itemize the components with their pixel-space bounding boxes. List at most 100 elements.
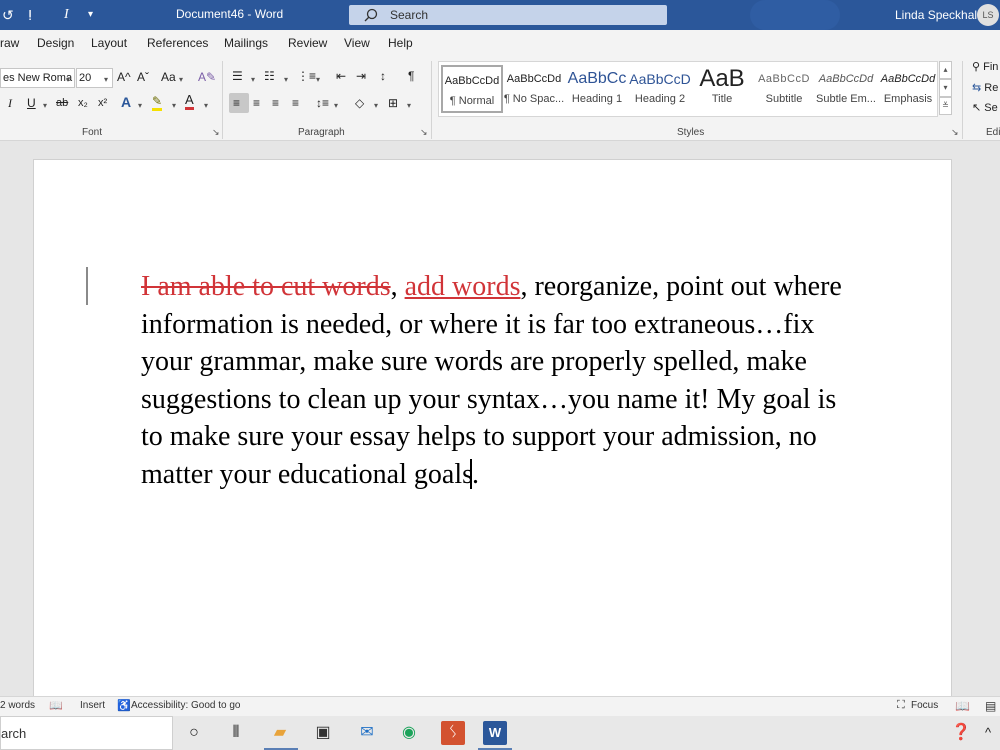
line-spacing-dropdown-icon[interactable]: ▾ bbox=[334, 98, 338, 114]
style-normal[interactable]: AaBbCcDd ¶ Normal bbox=[441, 65, 503, 113]
focus-button[interactable]: Focus bbox=[911, 700, 938, 711]
file-explorer-icon[interactable]: ▰ bbox=[268, 721, 292, 745]
select-button[interactable]: ↖ Se bbox=[972, 100, 998, 116]
shrink-font-button[interactable]: Aˇ bbox=[137, 69, 149, 85]
font-name-box[interactable]: es New Roma bbox=[0, 68, 75, 88]
highlight-dropdown-icon[interactable]: ▾ bbox=[172, 98, 176, 114]
document-canvas[interactable]: I am able to cut words, add words, reorg… bbox=[0, 141, 1000, 696]
font-color-button[interactable]: A bbox=[185, 93, 194, 110]
increase-indent-icon[interactable]: ⇥ bbox=[356, 68, 366, 84]
font-color-dropdown-icon[interactable]: ▾ bbox=[204, 98, 208, 114]
replace-label: Re bbox=[984, 82, 999, 94]
edge-icon[interactable]: ◉ bbox=[397, 721, 421, 745]
word-icon[interactable]: W bbox=[483, 721, 507, 745]
text-effects-dropdown-icon[interactable]: ▾ bbox=[138, 98, 142, 114]
document-body[interactable]: I am able to cut words, add words, reorg… bbox=[141, 268, 861, 493]
italic-button[interactable]: I bbox=[8, 95, 12, 111]
accessibility-status[interactable]: Accessibility: Good to go bbox=[131, 700, 241, 711]
tab-mailings[interactable]: Mailings bbox=[224, 36, 268, 50]
numbering-dropdown-icon[interactable]: ▾ bbox=[284, 72, 288, 88]
read-mode-icon[interactable]: 📖 bbox=[955, 699, 970, 713]
paragraph-dialog-launcher-icon[interactable]: ↘ bbox=[420, 127, 428, 138]
decrease-indent-icon[interactable]: ⇤ bbox=[336, 68, 346, 84]
insert-mode[interactable]: Insert bbox=[80, 700, 105, 711]
style-heading-2[interactable]: AaBbCcD Heading 2 bbox=[629, 65, 691, 113]
strikethrough-button[interactable]: ab bbox=[56, 95, 68, 111]
deleted-text[interactable]: I am able to cut words bbox=[141, 271, 391, 302]
word-count[interactable]: 2 words bbox=[0, 700, 35, 711]
multilevel-dropdown-icon[interactable]: ▾ bbox=[316, 72, 320, 88]
subscript-button[interactable]: x₂ bbox=[78, 95, 88, 111]
style-no-spacing[interactable]: AaBbCcDd ¶ No Spac... bbox=[503, 65, 565, 113]
tab-references[interactable]: References bbox=[147, 36, 208, 50]
search-box[interactable]: Search bbox=[349, 5, 667, 25]
font-dialog-launcher-icon[interactable]: ↘ bbox=[212, 127, 220, 138]
bullets-icon[interactable]: ☰ bbox=[232, 68, 243, 84]
style-emphasis[interactable]: AaBbCcDd Emphasis bbox=[877, 65, 939, 113]
undo-icon[interactable]: ↺ bbox=[2, 6, 14, 24]
help-icon[interactable]: ❓ bbox=[949, 721, 973, 745]
style-subtitle[interactable]: AaBbCcD Subtitle bbox=[753, 65, 815, 113]
underline-button[interactable]: U bbox=[27, 95, 36, 111]
shading-dropdown-icon[interactable]: ▾ bbox=[374, 98, 378, 114]
accessibility-icon[interactable]: ♿ bbox=[117, 699, 131, 712]
grow-font-button[interactable]: A^ bbox=[117, 69, 131, 85]
style-heading-1[interactable]: AaBbCc Heading 1 bbox=[566, 65, 628, 113]
tab-draw[interactable]: raw bbox=[0, 36, 19, 50]
superscript-button[interactable]: x² bbox=[98, 95, 107, 111]
numbering-icon[interactable]: ☷ bbox=[264, 68, 275, 84]
powerpoint-icon[interactable]: ᛊ bbox=[441, 721, 465, 745]
customize-qat-icon[interactable]: ▾ bbox=[88, 6, 93, 24]
document-page[interactable]: I am able to cut words, add words, reorg… bbox=[33, 159, 952, 696]
change-case-button[interactable]: Aa bbox=[161, 69, 176, 85]
line-spacing-icon[interactable]: ↕≡ bbox=[316, 95, 329, 111]
font-size-dropdown-icon[interactable]: ▾ bbox=[104, 72, 108, 88]
print-layout-icon[interactable]: ▤ bbox=[985, 699, 996, 713]
text-effects-button[interactable]: A bbox=[121, 94, 131, 110]
tab-view[interactable]: View bbox=[344, 36, 370, 50]
tab-layout[interactable]: Layout bbox=[91, 36, 127, 50]
task-view-icon[interactable]: ⫴ bbox=[224, 721, 248, 745]
find-button[interactable]: ⚲ Fin bbox=[972, 59, 998, 75]
shading-icon[interactable]: ◇ bbox=[355, 95, 364, 111]
gallery-scroll-up-icon[interactable]: ▴ bbox=[939, 61, 952, 79]
tab-design[interactable]: Design bbox=[37, 36, 74, 50]
replace-button[interactable]: ⇆ Re bbox=[972, 80, 998, 96]
proofing-icon[interactable]: 📖 bbox=[49, 699, 63, 712]
italic-qat-icon[interactable]: I bbox=[64, 6, 69, 24]
highlight-button[interactable]: ✎ bbox=[152, 94, 163, 111]
tab-help[interactable]: Help bbox=[388, 36, 413, 50]
mail-icon[interactable]: ✉ bbox=[355, 721, 379, 745]
align-center-icon[interactable]: ≡ bbox=[253, 95, 260, 111]
focus-icon[interactable]: ⛶ bbox=[897, 699, 905, 712]
tab-review[interactable]: Review bbox=[288, 36, 327, 50]
style-subtle-emphasis[interactable]: AaBbCcDd Subtle Em... bbox=[815, 65, 877, 113]
tray-chevron-icon[interactable]: ^ bbox=[976, 721, 1000, 745]
user-name[interactable]: Linda Speckhals bbox=[895, 8, 983, 22]
font-name-dropdown-icon[interactable]: ▾ bbox=[66, 72, 70, 88]
gallery-scroll-down-icon[interactable]: ▾ bbox=[939, 79, 952, 97]
styles-dialog-launcher-icon[interactable]: ↘ bbox=[951, 127, 959, 138]
sort-icon[interactable]: ↕ bbox=[380, 68, 386, 84]
multilevel-list-icon[interactable]: ⋮≡ bbox=[297, 68, 316, 84]
underline-dropdown-icon[interactable]: ▾ bbox=[43, 98, 47, 114]
format-painter-icon[interactable]: ⵑ bbox=[28, 6, 32, 24]
justify-icon[interactable]: ≡ bbox=[292, 95, 299, 111]
taskbar-search[interactable]: arch bbox=[0, 716, 173, 750]
avatar[interactable]: LS bbox=[977, 4, 999, 26]
font-size-value: 20 bbox=[79, 72, 92, 84]
bullets-dropdown-icon[interactable]: ▾ bbox=[251, 72, 255, 88]
clear-formatting-icon[interactable]: A✎ bbox=[198, 69, 216, 85]
style-title[interactable]: AaB Title bbox=[691, 65, 753, 113]
inserted-text[interactable]: add words bbox=[405, 271, 521, 302]
gallery-more-icon[interactable]: ≚ bbox=[939, 97, 952, 115]
store-icon[interactable]: ▣ bbox=[311, 721, 335, 745]
borders-icon[interactable]: ⊞ bbox=[388, 95, 398, 111]
align-right-icon[interactable]: ≡ bbox=[272, 95, 279, 111]
align-left-icon[interactable]: ≡ bbox=[233, 95, 240, 111]
cortana-icon[interactable]: ○ bbox=[182, 721, 206, 745]
borders-dropdown-icon[interactable]: ▾ bbox=[407, 98, 411, 114]
change-case-dropdown-icon[interactable]: ▾ bbox=[179, 72, 183, 88]
show-formatting-icon[interactable]: ¶ bbox=[408, 68, 414, 84]
styles-gallery: AaBbCcDd ¶ Normal AaBbCcDd ¶ No Spac... … bbox=[438, 61, 938, 117]
